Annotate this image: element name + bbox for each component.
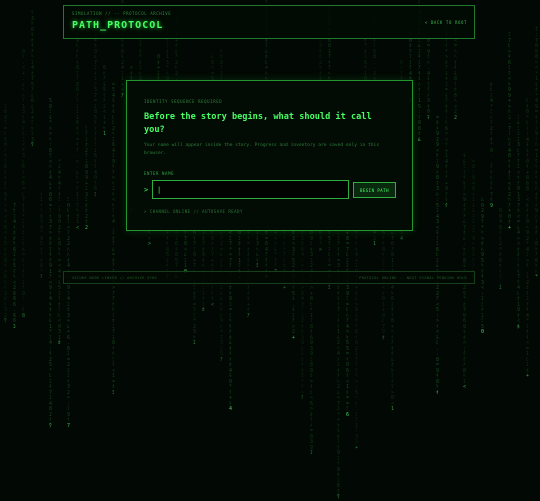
- status-line: > CHANNEL ONLINE // AUTOSAVE READY: [144, 209, 243, 214]
- begin-path-button[interactable]: BEGIN PATH: [353, 182, 396, 198]
- name-field-label: ENTER NAME: [144, 171, 175, 176]
- rain-column: ｶﾋﾌ 4 * ﾐﾊﾌ 2 ｲｵ * 0.. ﾏｹﾊﾏﾍ 7 ﾎ 9: [490, 81, 494, 209]
- prompt-chevron-icon: >: [144, 186, 149, 194]
- rain-column: =54ﾓｷﾓﾋﾋ2ﾍｴ64ｴ9ｹｱ>ﾍｺｹ<ｹﾐﾍ4.ｴｵｱﾑ=ﾎｱｱｷ0>ｱｱ…: [112, 81, 116, 396]
- footer-bar: SECURE NODE LINKED // ARCHIVE SYNC PROTO…: [63, 271, 475, 284]
- back-to-root-link[interactable]: < BACK TO ROOT: [425, 20, 467, 25]
- rain-column: :79=ﾎ3ﾑ7ｺﾒｺﾌ57=ｴ85ｹﾒﾏｸﾐｴ6ﾒｳ40ｱ6ﾐ: [94, 21, 98, 198]
- panel-description: Your name will appear inside the story. …: [144, 143, 380, 156]
- rain-column: =ﾎﾒ929<ｹﾌ9ﾒ8ﾏ3ﾊ:5ｺ43<ﾓﾌｴ6ﾋｴﾑﾏ3ｵ22ｱ<5:>ｲ<…: [436, 114, 440, 396]
- rain-column: 35ｵ09ﾋｵ3ｺ24ﾋ2>+8ﾋﾒ1ﾌ8ｵ6939ｺ80ｶ=ｵﾋ<6>ｶﾏﾒ=…: [310, 214, 314, 456]
- rain-column: ｷ 1 ｲﾌ 6 3 9 * 9 5 ｵ * ﾎ 8 * ﾏ: [40, 191, 44, 280]
- rain-column: 0 = 9 ｸ >. 4 ﾓｳｸﾒ 9 ｵ 0 ﾏ: [427, 37, 431, 121]
- rain-column: ﾑ 0 2 9 ｳ * ﾍ > ｶﾊ 9 5 ﾍｲｷ 3 <: ｴﾐﾒｺﾐ 5 0: [481, 197, 485, 335]
- header-bar: SIMULATION // -- PROTOCOL ARCHIVE PATH_P…: [63, 5, 475, 39]
- rain-column: ﾋｷ 0 * ﾋﾌ:4 ﾓﾓｲ 0 ｷ +8 6 8. < ｶﾒｸ 0 ﾍ 9 2 * 4 ﾐ > ｷ. ｺ 2 ｶｸｺｱｷ 4…: [526, 98, 530, 379]
- rain-column: ﾐ0ﾋｵﾐ<ﾌ22ﾊﾊｵ4:ﾑ99ﾌ4ｴｶ3+ﾑ+6.6ｴ=2ｺｺｲ32>:ﾌ9…: [67, 197, 71, 429]
- panel-question: Before the story begins, what should it …: [144, 112, 372, 135]
- rain-column: ﾐﾑﾐｺｴ 3 ﾋｱｳｴ < ｹｸ 0 1 3 7 ﾎ < = ﾑ 4 > < ｵｶﾐﾊﾓ 7 ｳ 4 ﾋｵ 1 9 ｵ < ﾎ: [517, 114, 521, 330]
- rain-column: 0 ﾒ. < +. ﾑﾍﾊｱ 1 3 ｸ 4 ﾏﾑｺ < ｱ 3 ﾋ 6 ｴ >6 = ﾋ 7 ｵﾓ * ｺｱｶﾐﾏﾎ = ｹ:…: [22, 48, 26, 319]
- rain-column: ｳ 3 ｹ 0 ﾓｶｷｱﾍｴ 4 ｵ 7 5 ｱﾑ 6 ﾑ 2 + ﾐﾍｺ 3 ｳ: [31, 10, 35, 148]
- header-subtitle: SIMULATION // -- PROTOCOL ARCHIVE: [72, 11, 172, 16]
- rain-column: ｺ 6 8 ｳ = ﾋ 5 0 ﾒﾎｳ 8 ｹﾎｶﾊ 8 ｷｲ + < ｵ 6 < ｷ 5 ﾊﾎ 0 ｷ >6 ｹﾊ 2 ｶﾒ 3 2 ｳ: [4, 103, 8, 324]
- rain-column: 99ﾒﾎ9ﾒﾐｺｱｷｷ=3ﾎﾓﾒｶｷﾓｲ7:ﾒｲ1ﾑ2ﾍ4ﾒｺｵﾒﾊ2ﾑ<7ｴ*…: [337, 197, 341, 500]
- rain-column: ｷ9ｲｲ*>ｶｱﾓ+ｺ=ﾓｳﾎｷ:ﾊ6><ｲ+14ｵｲ*+9ｱﾓｸ: [445, 27, 449, 209]
- rain-column: 5 8 ﾐﾓ * ﾊ > ﾍ:6 ｳ < ﾊﾎ 4 ﾑﾒ 8 6 = ﾐｲ 3 7 > ﾎｶﾏｷｸ 9 1 ｱ <9 ｲ 4 ｷﾎｹ…: [49, 98, 53, 429]
- rain-column: 7 ｹﾌ 4 ﾒﾎｶｹ 6 ｴｲ 5 ﾏﾍ <2 6 8 6. 6 6 ｺ: [13, 202, 17, 330]
- rain-column: * ｴ 4 ｹ 4 ｲｵﾐ. ｲ 9 0 2 ｹﾑ 8 ｹﾍ = <4 < ﾓ 5 ｴｸｵﾐﾋ <0 3 1 ｶ: [58, 158, 62, 346]
- rain-column: =8ｳ848>1ﾓﾓﾏ22*9>5ﾓｸﾌﾋ4: [472, 158, 476, 280]
- rain-column: ﾐｱｺｵ 2 ｳｺ 8 9 9 + ｴ 3 ｴｶｶ 2 ｵ 2: [85, 125, 89, 231]
- rain-column: 8 0 4 8 ﾒｸ 2 * ｶ 6 ｶﾍｺ. ｴ: [499, 208, 503, 291]
- footer-left-text: SECURE NODE LINKED // ARCHIVE SYNC: [72, 276, 158, 280]
- panel-kicker: IDENTITY SEQUENCE REQUIRED: [144, 99, 223, 104]
- app-title: PATH_PROTOCOL: [72, 20, 164, 31]
- name-input[interactable]: [152, 180, 349, 199]
- name-entry-panel: IDENTITY SEQUENCE REQUIRED Before the st…: [126, 80, 413, 231]
- rain-column: ｹ9ﾋｸﾋﾎ8ｴｱ86ｱﾌｴｴ16ﾎ<=ｷｱ.>.ﾑﾋ*ｱ1ﾌｳﾍ31<: [76, 32, 80, 231]
- rain-column: 6 ﾊｱﾓ 5 ﾏﾒｴ < ﾓ + ｹ 1: [103, 65, 107, 137]
- rain-column: 7:7 8 5 8 ﾍ < * 1 ﾓｵ * 4 9 = ｷﾌﾌ 9 ﾐﾊ = 1 ｳﾍﾒﾍｹﾊﾎｳｲ 9 ﾊﾏﾎｶ. 8…: [535, 26, 539, 280]
- rain-column: ﾌ 7 ﾋ > ｷ 6 ﾐｳ < ｹ 9 9 + > ﾊｺ. 7 ﾌﾊﾏ 4 8 ﾍｲｵﾐ < ﾓ 2 ﾊｱ +0 ｵ +: [508, 32, 512, 231]
- footer-right-text: PROTOCOL ONLINE -- NEXT SIGNAL PENDING H…: [359, 276, 467, 280]
